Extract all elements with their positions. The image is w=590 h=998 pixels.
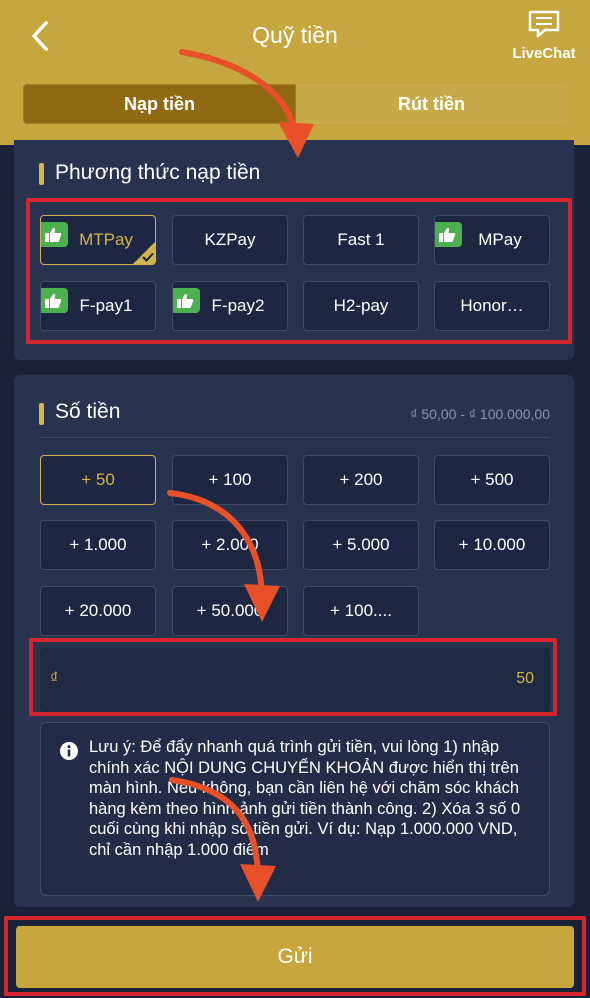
amount-preset-button[interactable]: + 2.000 [172,520,288,570]
thumbs-up-icon [41,288,68,313]
thumbs-up-icon [41,222,68,247]
amount-preset-label: + 2.000 [201,535,259,554]
section-marker [39,163,44,185]
amount-preset-label: + 20.000 [64,601,132,620]
notice-box: Lưu ý: Để đẩy nhanh quá trình gửi tiền, … [40,722,550,896]
payment-method-button[interactable]: Fast 1 [303,215,419,265]
amount-preset-button[interactable]: + 1.000 [40,520,156,570]
amount-preset-button[interactable]: + 20.000 [40,586,156,636]
amount-preset-label: + 50.000 [196,601,264,620]
payment-method-button[interactable]: KZPay [172,215,288,265]
amount-preset-label: + 200 [339,470,383,489]
checkmark-icon [133,242,155,264]
tab-withdraw[interactable]: Rút tiền [296,84,567,124]
payment-method-label: Fast 1 [337,230,385,249]
payment-method-label: MTPay [79,230,133,249]
amount-title: Số tiền [55,400,121,423]
amount-preset-button[interactable]: + 200 [303,455,419,505]
section-marker [39,403,44,425]
submit-button[interactable]: Gửi [16,926,574,988]
livechat-button[interactable]: LiveChat [502,10,586,62]
amount-input[interactable]: ₫ 50 [40,648,550,712]
amount-preset-button[interactable]: + 10.000 [434,520,550,570]
payment-method-label: F-pay1 [79,296,133,315]
amount-preset-button[interactable]: + 100 [172,455,288,505]
thumbs-up-icon [435,222,462,247]
header: Quỹ tiền LiveChat Nạp tiền Rút tiền [0,0,590,145]
tab-bar: Nạp tiền Rút tiền [23,84,567,124]
amount-preset-label: + 100.... [330,601,392,620]
payment-method-label: MPay [478,230,522,249]
currency-symbol: ₫ [50,670,59,687]
payment-method-label: H2-pay [333,296,389,315]
amount-preset-label: + 1.000 [69,535,127,554]
payment-method-button[interactable]: H2-pay [303,281,419,331]
payment-method-button[interactable]: MTPay [40,215,156,265]
payment-method-label: F-pay2 [211,296,265,315]
payment-method-label: Honor… [460,296,524,315]
divider [40,437,550,438]
amount-preset-label: + 500 [470,470,514,489]
payment-method-button[interactable]: F-pay2 [172,281,288,331]
payment-method-title: Phương thức nạp tiền [55,161,261,184]
info-icon [60,742,78,760]
amount-preset-button[interactable]: + 5.000 [303,520,419,570]
payment-method-button[interactable]: MPay [434,215,550,265]
amount-value: 50 [516,670,534,687]
tab-deposit[interactable]: Nạp tiền [23,84,296,124]
notice-text: Lưu ý: Để đẩy nhanh quá trình gửi tiền, … [89,738,521,859]
payment-method-button[interactable]: Honor… [434,281,550,331]
thumbs-up-icon [173,288,200,313]
amount-preset-button[interactable]: + 100.... [303,586,419,636]
amount-preset-button[interactable]: + 50.000 [172,586,288,636]
amount-preset-label: + 5.000 [332,535,390,554]
payment-method-button[interactable]: F-pay1 [40,281,156,331]
amount-preset-label: + 100 [208,470,252,489]
amount-range: ₫ 50,00 - ₫ 100.000,00 [410,406,550,422]
amount-preset-button[interactable]: + 500 [434,455,550,505]
chat-icon [528,10,560,38]
livechat-label: LiveChat [512,45,576,62]
amount-preset-label: + 10.000 [458,535,526,554]
payment-method-label: KZPay [204,230,256,249]
amount-preset-button[interactable]: + 50 [40,455,156,505]
amount-preset-label: + 50 [81,470,115,489]
